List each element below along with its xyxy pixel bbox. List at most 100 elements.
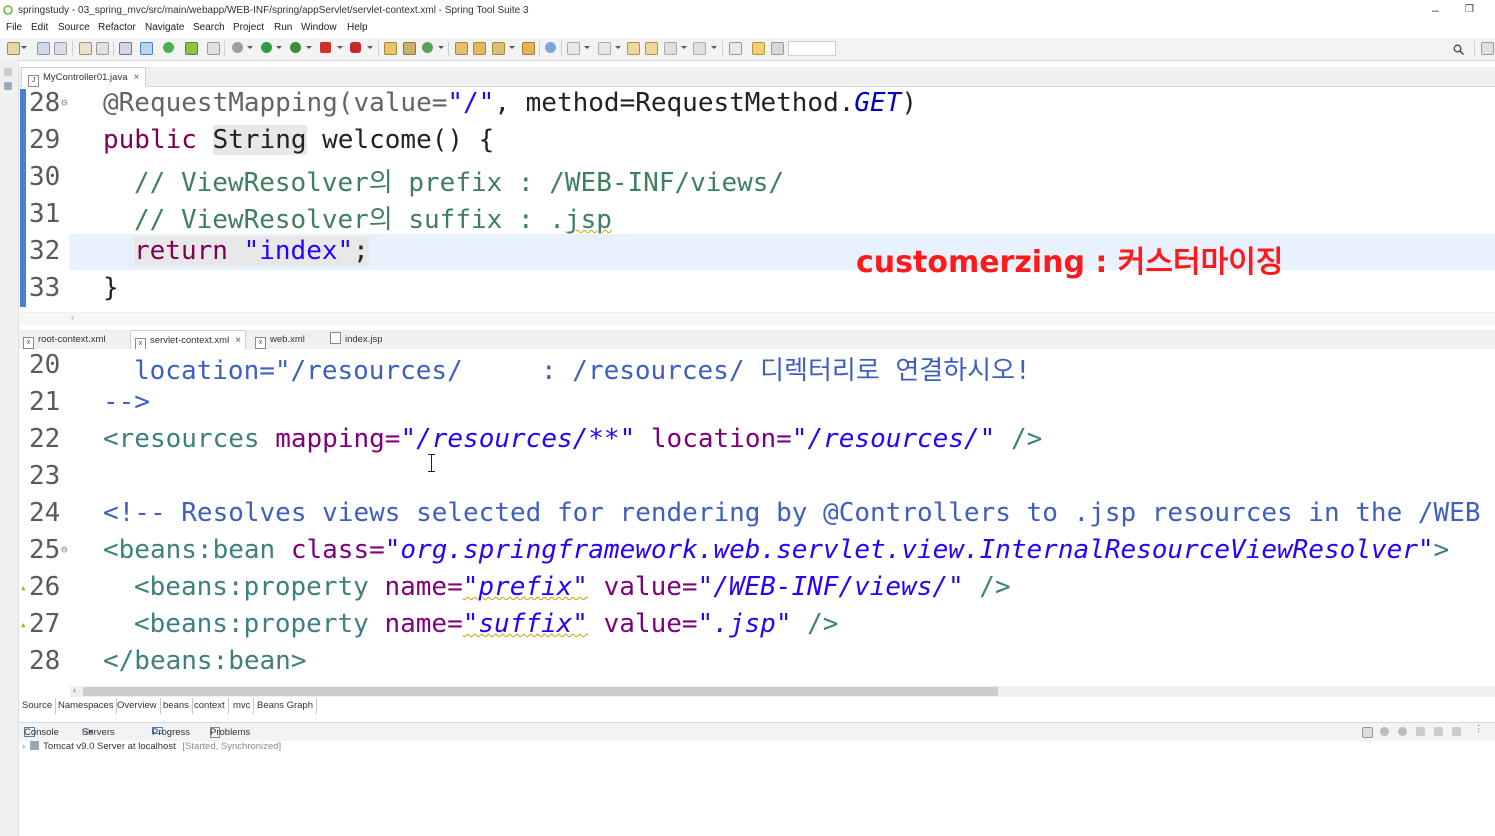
save-all-icon[interactable] (54, 42, 67, 55)
menu-help[interactable]: Help (347, 22, 368, 33)
forward-arrow-icon[interactable] (693, 42, 706, 55)
run-icon[interactable] (261, 42, 272, 53)
tab-overview[interactable]: Overview (114, 698, 161, 714)
new-spring-icon[interactable] (422, 42, 433, 53)
collapse-icon[interactable] (1362, 727, 1373, 738)
new-icon[interactable] (7, 42, 20, 55)
chevron-down-icon[interactable] (337, 46, 343, 49)
debug-icon[interactable] (232, 42, 243, 53)
chevron-down-icon[interactable] (247, 46, 253, 49)
stop-icon[interactable] (320, 42, 331, 53)
top-editor-hscroll[interactable]: ‹ (19, 312, 1495, 325)
pencil-icon[interactable] (492, 42, 505, 55)
xml-file-icon: x (255, 337, 266, 349)
last-edit-icon[interactable] (627, 42, 640, 55)
grid-icon[interactable] (771, 42, 784, 55)
restore-view-icon[interactable] (4, 68, 12, 76)
tab-root-context[interactable]: x root-context.xml (23, 330, 106, 349)
xml-editor-hscroll[interactable]: ‹ (70, 685, 1495, 697)
task-icon[interactable] (522, 42, 535, 55)
bottom-view-tabs: Console ⛁ Servers × Progress Problems ⋮ (19, 722, 1495, 741)
spring-leaf-icon (3, 5, 13, 15)
print-icon[interactable] (79, 42, 92, 55)
stop-server-icon[interactable] (1434, 727, 1443, 736)
start-server-icon[interactable] (163, 42, 174, 53)
scroll-left-icon[interactable]: ‹ (71, 312, 74, 322)
terminal-icon[interactable] (119, 42, 132, 55)
tab-mvc[interactable]: mvc (230, 698, 255, 714)
menu-window[interactable]: Window (301, 22, 337, 33)
next-edit-icon[interactable] (645, 42, 658, 55)
menu-edit[interactable]: Edit (31, 22, 48, 33)
toolbar-combo[interactable] (788, 41, 836, 56)
external-tools-icon[interactable] (350, 42, 361, 53)
chevron-down-icon[interactable] (584, 46, 590, 49)
chevron-down-icon[interactable] (21, 46, 27, 49)
scroll-thumb[interactable] (83, 687, 998, 696)
close-icon[interactable]: × (88, 727, 94, 738)
menu-file[interactable]: File (6, 22, 22, 33)
menu-search[interactable]: Search (193, 22, 225, 33)
open-folder-icon[interactable] (473, 42, 486, 55)
tab-servlet-context[interactable]: x servlet-context.xml × (130, 330, 247, 350)
coverage-icon[interactable] (290, 42, 301, 53)
open-type-icon[interactable] (455, 42, 468, 55)
toggle-mark-icon[interactable] (140, 42, 153, 55)
pin-editor-icon[interactable] (729, 42, 742, 55)
open-icon[interactable] (96, 42, 109, 55)
annotation-nav-icon[interactable] (567, 42, 580, 55)
chevron-down-icon[interactable] (681, 46, 687, 49)
jsp-file-icon (330, 332, 341, 344)
perspective-icon[interactable] (1481, 42, 1494, 55)
menu-project[interactable]: Project (233, 22, 264, 33)
spring-tool-icon[interactable] (752, 42, 765, 55)
tab-mycontroller01[interactable]: J MyController01.java × (21, 67, 147, 87)
chevron-right-icon[interactable]: › (22, 741, 25, 752)
menu-bar: File Edit Source Refactor Navigate Searc… (0, 21, 1495, 38)
chevron-down-icon[interactable] (306, 46, 312, 49)
tab-beans[interactable]: beans (160, 698, 193, 714)
menu-refactor[interactable]: Refactor (98, 22, 136, 33)
close-icon[interactable]: × (133, 72, 139, 83)
scroll-left-icon[interactable]: ‹ (73, 685, 76, 695)
chevron-down-icon[interactable] (438, 46, 444, 49)
menu-run[interactable]: Run (274, 22, 292, 33)
prev-annotation-icon[interactable] (598, 42, 611, 55)
publish-icon[interactable] (1452, 727, 1461, 736)
profile-icon[interactable] (1416, 727, 1425, 736)
chevron-down-icon[interactable] (276, 46, 282, 49)
chevron-down-icon[interactable] (509, 46, 515, 49)
save-icon[interactable] (37, 42, 50, 55)
chevron-down-icon[interactable] (615, 46, 621, 49)
menu-navigate[interactable]: Navigate (145, 22, 184, 33)
skip-icon[interactable] (207, 42, 220, 55)
package-explorer-icon[interactable] (4, 82, 12, 90)
tab-beans-graph[interactable]: Beans Graph (254, 698, 317, 714)
java-file-icon: J (28, 75, 39, 87)
chevron-down-icon[interactable] (711, 46, 717, 49)
back-arrow-icon[interactable] (664, 42, 677, 55)
fold-icon[interactable]: ⊖ (61, 96, 68, 109)
search-icon[interactable] (1453, 42, 1465, 56)
xml-file-icon: x (23, 337, 34, 349)
chevron-down-icon[interactable] (367, 46, 373, 49)
minimize-button[interactable]: – (1432, 3, 1439, 17)
close-icon[interactable]: × (235, 335, 241, 346)
restore-button[interactable]: ❐ (1465, 4, 1474, 15)
menu-source[interactable]: Source (58, 22, 90, 33)
tab-source[interactable]: Source (19, 698, 57, 714)
debug-server-icon[interactable] (1380, 727, 1389, 736)
tab-context[interactable]: context (191, 698, 229, 714)
tab-index-jsp[interactable]: index.jsp (330, 330, 383, 349)
tab-namespaces[interactable]: Namespaces (55, 698, 118, 714)
new-class-icon[interactable] (403, 42, 416, 55)
xml-editor[interactable]: 20 location="/resources/ : /resources/ 디… (19, 349, 1495, 684)
fold-icon[interactable]: ⊖ (61, 543, 68, 556)
new-package-icon[interactable] (384, 42, 397, 55)
start-server-icon[interactable] (1398, 727, 1407, 736)
view-menu-icon[interactable]: ⋮ (1474, 724, 1484, 735)
refresh-icon[interactable] (185, 42, 198, 55)
globe-icon[interactable] (545, 42, 556, 53)
server-row[interactable]: › Tomcat v9.0 Server at localhost [Starte… (22, 741, 281, 752)
tab-web-xml[interactable]: x web.xml (255, 330, 305, 349)
